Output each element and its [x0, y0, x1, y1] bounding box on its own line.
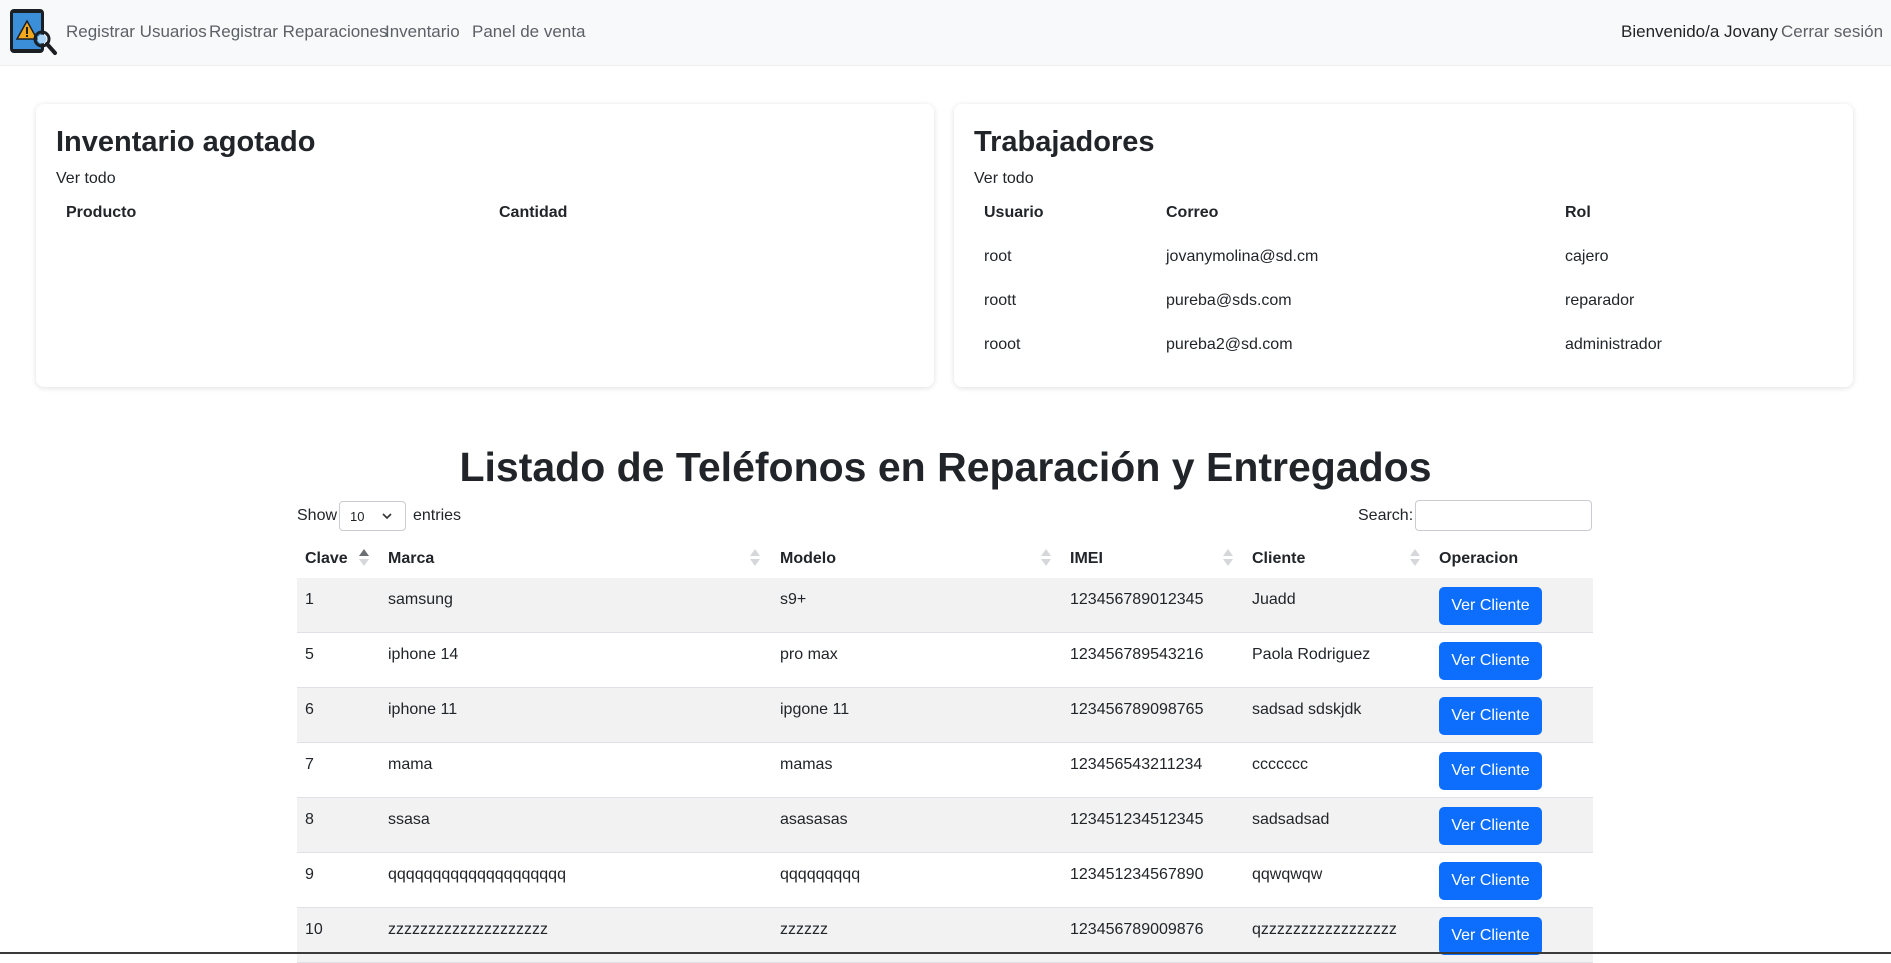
cell-clave: 5: [305, 646, 314, 663]
sort-icon[interactable]: [1223, 548, 1233, 568]
cell-marca: ssasa: [388, 811, 430, 828]
cell-cliente: sadsad sdskjdk: [1252, 701, 1362, 718]
workers-card: Trabajadores Ver todo Usuario Correo Rol…: [954, 104, 1853, 387]
cell-marca: iphone 11: [388, 701, 458, 718]
header-imei[interactable]: IMEI: [1070, 550, 1103, 568]
ver-cliente-button[interactable]: Ver Cliente: [1439, 752, 1542, 790]
table-row: 10 zzzzzzzzzzzzzzzzzzzz zzzzzz 123456789…: [297, 908, 1593, 963]
phones-list-title: Listado de Teléfonos en Reparación y Ent…: [459, 444, 1432, 490]
cell-modelo: pro max: [780, 646, 838, 663]
entries-label: entries: [413, 507, 462, 524]
entries-select[interactable]: 10: [339, 501, 406, 531]
cell-cliente: ccccccc: [1252, 756, 1308, 773]
cell-imei: 123451234512345: [1070, 811, 1204, 828]
cell-clave: 1: [305, 591, 314, 608]
cell-imei: 123456789009876: [1070, 921, 1204, 938]
nav-panel-de-venta[interactable]: Panel de venta: [472, 22, 585, 42]
cell-clave: 9: [305, 866, 314, 883]
table-row: 5 iphone 14 pro max 123456789543216 Paol…: [297, 633, 1593, 688]
cell-marca: qqqqqqqqqqqqqqqqqqqq: [388, 866, 566, 883]
cell-imei: 123451234567890: [1070, 866, 1204, 883]
workers-header-rol: Rol: [1565, 204, 1591, 221]
ver-cliente-button[interactable]: Ver Cliente: [1439, 697, 1542, 735]
entries-select-value: 10: [350, 509, 365, 524]
table-row: 8 ssasa asasasas 123451234512345 sadsads…: [297, 798, 1593, 853]
ver-cliente-button[interactable]: Ver Cliente: [1439, 807, 1542, 845]
ver-cliente-button[interactable]: Ver Cliente: [1439, 642, 1542, 680]
navbar: Registrar Usuarios Registrar Reparacione…: [0, 0, 1891, 66]
cell-modelo: asasasas: [780, 811, 848, 828]
cell-imei: 123456789098765: [1070, 701, 1204, 718]
workers-view-all-link[interactable]: Ver todo: [974, 170, 1034, 188]
cell-marca: zzzzzzzzzzzzzzzzzzzz: [388, 921, 548, 938]
cell-cliente: qzzzzzzzzzzzzzzzzz: [1252, 921, 1397, 938]
cell-imei: 123456543211234: [1070, 756, 1203, 773]
table-row: 6 iphone 11 ipgone 11 123456789098765 sa…: [297, 688, 1593, 743]
cell-modelo: ipgone 11: [780, 701, 850, 718]
inventory-header-producto: Producto: [66, 204, 137, 221]
workers-header-correo: Correo: [1166, 204, 1219, 221]
search-input[interactable]: [1415, 500, 1592, 531]
table-row: 9 qqqqqqqqqqqqqqqqqqqq qqqqqqqqq 1234512…: [297, 853, 1593, 908]
cell-cliente: qqwqwqw: [1252, 866, 1323, 883]
chevron-down-icon: [381, 510, 393, 525]
cell-modelo: mamas: [780, 756, 833, 773]
cell-modelo: zzzzzz: [780, 921, 828, 938]
worker-rol: administrador: [1565, 336, 1662, 353]
worker-usuario: root: [984, 248, 1012, 265]
cell-clave: 8: [305, 811, 314, 828]
cell-imei: 123456789543216: [1070, 646, 1204, 663]
show-label: Show: [297, 507, 338, 524]
worker-correo: pureba@sds.com: [1166, 292, 1292, 309]
phone-repair-logo-icon[interactable]: [8, 7, 58, 57]
header-operacion: Operacion: [1439, 550, 1519, 567]
worker-usuario: rooot: [984, 336, 1021, 353]
inventory-card: Inventario agotado Ver todo Producto Can…: [36, 104, 934, 387]
cell-clave: 6: [305, 701, 314, 718]
cell-modelo: qqqqqqqqq: [780, 866, 861, 883]
table-row: 1 samsung s9+ 123456789012345 Juadd Ver …: [297, 578, 1593, 633]
welcome-text: Bienvenido/a Jovany: [1621, 22, 1778, 41]
worker-correo: jovanymolina@sd.cm: [1166, 248, 1319, 265]
worker-correo: pureba2@sd.com: [1166, 336, 1293, 353]
cell-imei: 123456789012345: [1070, 591, 1204, 608]
table-row: 7 mama mamas 123456543211234 ccccccc Ver…: [297, 743, 1593, 798]
sort-ascending-icon[interactable]: [359, 548, 369, 568]
header-modelo[interactable]: Modelo: [780, 550, 836, 568]
sort-icon[interactable]: [750, 548, 760, 568]
cell-cliente: sadsadsad: [1252, 811, 1330, 828]
worker-rol: cajero: [1565, 248, 1609, 265]
header-clave[interactable]: Clave: [305, 550, 348, 568]
worker-usuario: roott: [984, 292, 1017, 309]
inventory-view-all-link[interactable]: Ver todo: [56, 170, 116, 188]
cell-cliente: Paola Rodriguez: [1252, 646, 1371, 663]
workers-card-title: Trabajadores: [974, 126, 1155, 158]
cell-clave: 7: [305, 756, 314, 773]
cell-modelo: s9+: [780, 591, 807, 608]
phones-table-header: Clave Marca Modelo IMEI Cliente Operacio…: [297, 540, 1593, 579]
search-label: Search:: [1358, 507, 1414, 524]
ver-cliente-button[interactable]: Ver Cliente: [1439, 862, 1542, 900]
sort-icon[interactable]: [1041, 548, 1051, 568]
cell-marca: iphone 14: [388, 646, 459, 663]
cell-marca: mama: [388, 756, 433, 773]
ver-cliente-button[interactable]: Ver Cliente: [1439, 587, 1542, 625]
logout-link[interactable]: Cerrar sesión: [1781, 22, 1883, 42]
sort-icon[interactable]: [1410, 548, 1420, 568]
nav-inventario[interactable]: Inventario: [385, 22, 460, 42]
workers-header-usuario: Usuario: [984, 204, 1044, 221]
inventory-header-cantidad: Cantidad: [499, 204, 568, 221]
ver-cliente-button[interactable]: Ver Cliente: [1439, 917, 1542, 955]
cell-clave: 10: [305, 921, 323, 938]
nav-registrar-reparaciones[interactable]: Registrar Reparaciones: [209, 22, 388, 42]
header-marca[interactable]: Marca: [388, 550, 434, 568]
header-cliente[interactable]: Cliente: [1252, 550, 1305, 568]
worker-rol: reparador: [1565, 292, 1635, 309]
inventory-card-title: Inventario agotado: [56, 126, 316, 158]
nav-registrar-usuarios[interactable]: Registrar Usuarios: [66, 22, 207, 42]
cell-cliente: Juadd: [1252, 591, 1296, 608]
cell-marca: samsung: [388, 591, 453, 608]
